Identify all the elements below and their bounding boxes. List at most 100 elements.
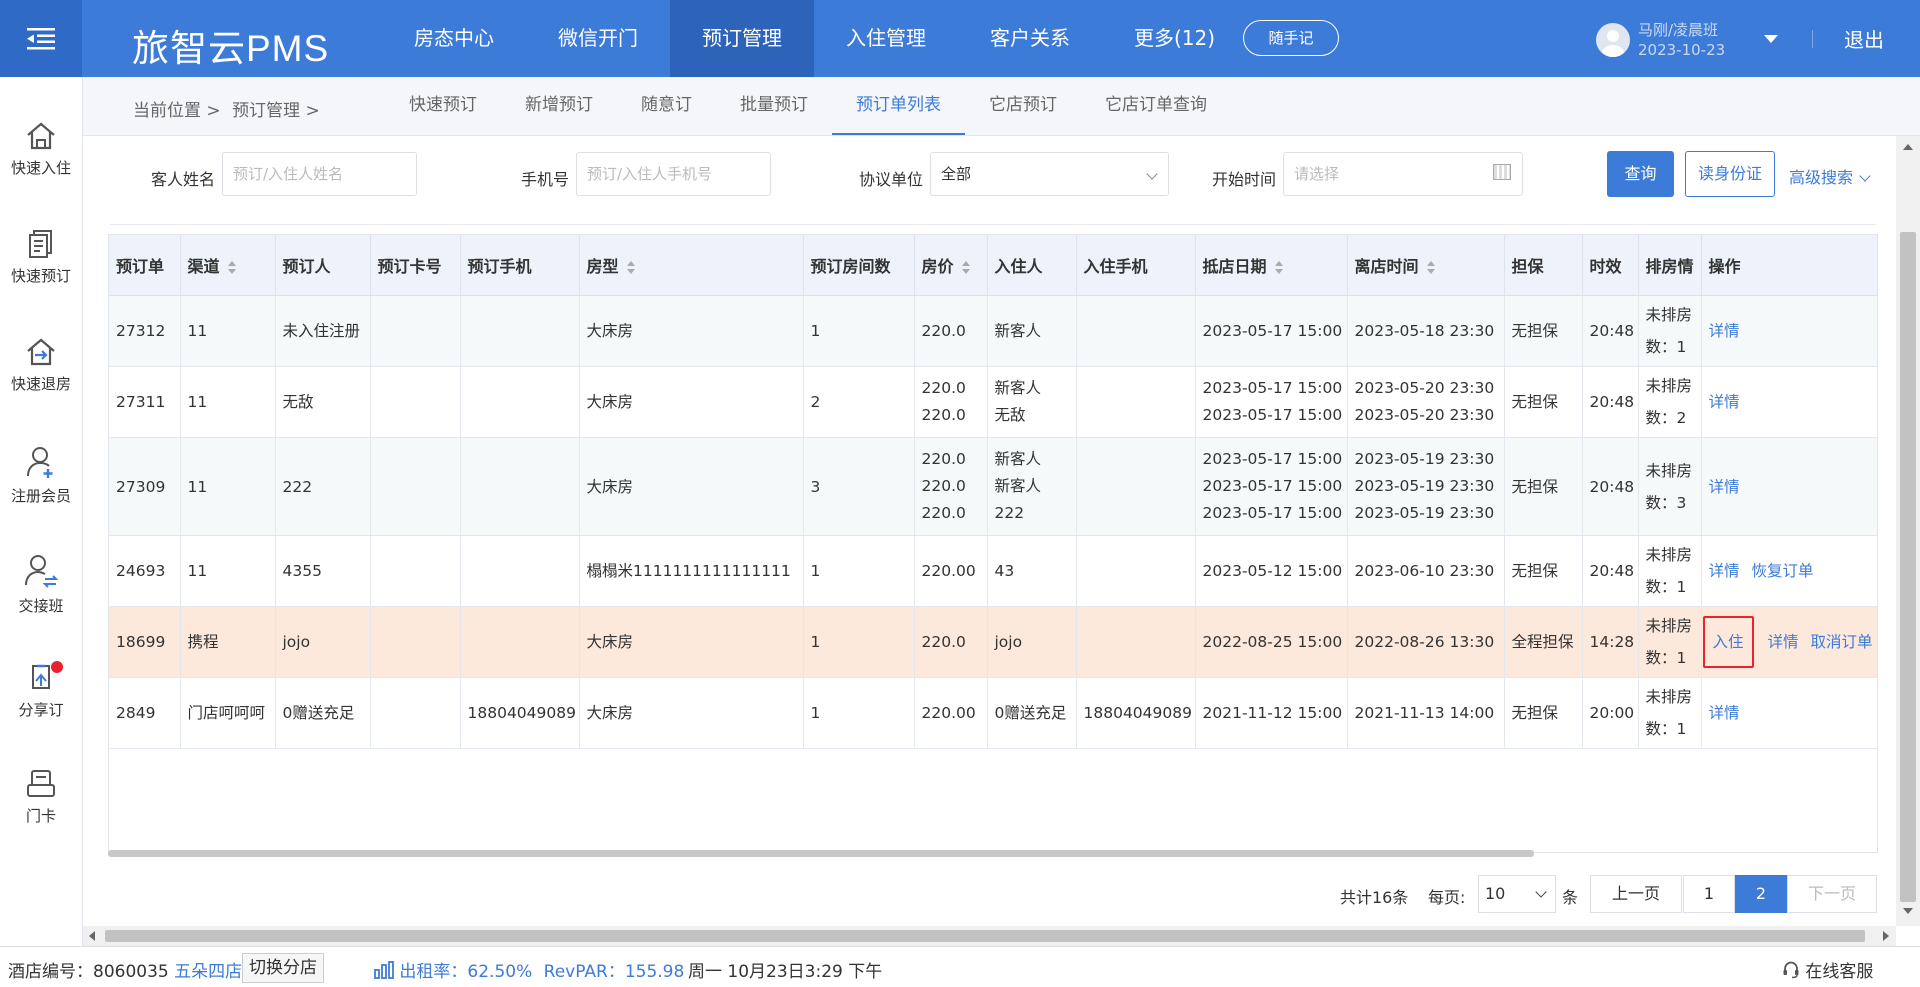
table-row: 27311 11 无敌 大床房 2 220.0 220.0 新客人 无敌 2023-05-17 1… (109, 366, 1877, 438)
scroll-up-icon[interactable] (1903, 144, 1913, 150)
cell-guarantee: 全程担保 (1504, 606, 1583, 678)
phone-input[interactable] (576, 152, 771, 196)
breadcrumb-current[interactable]: 预订管理 > (232, 101, 320, 121)
detail-link[interactable]: 详情 (1709, 471, 1740, 503)
cell-booking-id: 27312 (109, 295, 181, 367)
read-id-card-button[interactable]: 读身份证 (1685, 151, 1775, 197)
col-room-count: 预订房间数 (803, 235, 915, 296)
col-arrival[interactable]: 抵店日期 (1195, 235, 1348, 296)
tab-booking-list[interactable]: 预订单列表 (832, 77, 965, 135)
detail-link[interactable]: 详情 (1709, 555, 1740, 587)
cell-guest: 新客人 新客人 222 (987, 437, 1077, 536)
scroll-thumb[interactable] (1900, 232, 1916, 902)
user-menu[interactable]: 马刚/凌晨班 2023-10-23 (1596, 20, 1725, 60)
detail-link[interactable]: 详情 (1768, 626, 1799, 658)
cell-booker: 无敌 (275, 366, 371, 438)
sidebar-item-shift-handover[interactable]: 交接班 (0, 553, 82, 653)
tab-other-store-booking[interactable]: 它店预订 (965, 77, 1081, 133)
cell-price-line: 220.0 (921, 504, 966, 522)
per-page-value: 10 (1485, 884, 1506, 903)
bar-chart-icon (374, 961, 394, 979)
table-scrollbar[interactable] (108, 850, 1534, 857)
sidebar-item-register-member[interactable]: 注册会员 (0, 445, 82, 545)
tab-free-booking[interactable]: 随意订 (617, 77, 716, 133)
phone-label: 手机号 (521, 170, 570, 189)
cell-room-type: 大床房 (579, 606, 804, 678)
tab-batch-booking[interactable]: 批量预订 (716, 77, 832, 133)
scroll-right-icon[interactable] (1883, 931, 1889, 941)
start-time-input[interactable] (1283, 152, 1523, 196)
cell-booker-phone (460, 606, 580, 678)
sidebar-item-door-card[interactable]: 门卡 (0, 769, 82, 869)
cell-arrival: 2023-05-17 15:00 (1195, 295, 1348, 367)
cancel-order-link[interactable]: 取消订单 (1811, 626, 1873, 658)
prev-page-button[interactable]: 上一页 (1590, 875, 1682, 913)
sidebar: 快速入住 快速预订 快速退房 注册会员 交接班 分享订 门卡 (0, 77, 83, 946)
nav-more[interactable]: 更多(12) (1102, 0, 1247, 77)
user-dropdown-icon[interactable] (1764, 35, 1778, 43)
nav-reservation[interactable]: 预订管理 (670, 0, 814, 77)
sort-icon[interactable] (626, 260, 635, 275)
cell-booker-phone: 18804049089 (460, 677, 580, 749)
cell-booking-id: 24693 (109, 535, 181, 607)
page-1-button[interactable]: 1 (1683, 875, 1735, 913)
nav-wechat-open[interactable]: 微信开门 (526, 0, 670, 77)
cell-room-count: 1 (803, 606, 915, 678)
add-user-icon (27, 447, 53, 478)
tab-new-booking[interactable]: 新增预订 (501, 77, 617, 133)
nav-crm[interactable]: 客户关系 (958, 0, 1102, 77)
cell-guest: 0赠送充足 (987, 677, 1077, 749)
checkin-link[interactable]: 入住 (1702, 616, 1754, 668)
col-channel[interactable]: 渠道 (180, 235, 276, 296)
sidebar-item-quick-checkout[interactable]: 快速退房 (0, 337, 82, 437)
cell-departure-line: 2023-06-10 23:30 (1354, 561, 1495, 580)
sidebar-item-quick-booking[interactable]: 快速预订 (0, 229, 82, 329)
scroll-thumb[interactable] (105, 930, 1865, 942)
logout-button[interactable]: 退出 (1844, 24, 1884, 53)
menu-toggle-button[interactable] (0, 0, 82, 77)
per-page-select[interactable]: 10 (1478, 875, 1556, 913)
nav-checkin[interactable]: 入住管理 (814, 0, 958, 77)
sidebar-item-quick-checkin[interactable]: 快速入住 (0, 121, 82, 221)
cell-booker: 0赠送充足 (275, 677, 371, 749)
query-button[interactable]: 查询 (1607, 151, 1674, 197)
scroll-down-icon[interactable] (1903, 908, 1913, 914)
guest-name-input[interactable] (222, 152, 417, 196)
switch-branch-button[interactable]: 切换分店 (242, 953, 324, 983)
col-room-type[interactable]: 房型 (579, 235, 804, 296)
room-assign-status: 未排房数：1 (1645, 688, 1693, 738)
cell-timeliness: 20:48 (1582, 437, 1639, 536)
sidebar-item-share-booking[interactable]: 分享订 (0, 661, 82, 761)
col-price[interactable]: 房价 (914, 235, 988, 296)
detail-link[interactable]: 详情 (1709, 697, 1740, 729)
col-departure[interactable]: 离店时间 (1347, 235, 1505, 296)
occupancy-label: 出租率： (399, 962, 468, 982)
page-2-button[interactable]: 2 (1735, 875, 1787, 913)
occupancy-value: 62.50% (467, 962, 533, 982)
online-support-button[interactable]: 在线客服 (1782, 957, 1873, 982)
tab-quick-booking[interactable]: 快速预订 (385, 77, 501, 133)
detail-link[interactable]: 详情 (1709, 315, 1740, 347)
agreement-select[interactable]: 全部 (930, 152, 1169, 196)
sort-icon[interactable] (227, 260, 236, 275)
quick-note-button[interactable]: 随手记 (1243, 20, 1339, 56)
calendar-icon[interactable] (1493, 164, 1511, 180)
restore-order-link[interactable]: 恢复订单 (1752, 555, 1814, 587)
sort-icon[interactable] (1426, 260, 1435, 275)
cell-booker-phone (460, 366, 580, 438)
cell-actions: 入住 详情 取消订单 (1701, 606, 1877, 678)
scroll-left-icon[interactable] (89, 931, 95, 941)
advanced-search-button[interactable]: 高级搜索 (1789, 164, 1871, 188)
detail-link[interactable]: 详情 (1709, 386, 1740, 418)
start-time-picker[interactable] (1283, 152, 1523, 196)
cell-price: 220.0 220.0 (914, 366, 988, 438)
next-page-button[interactable]: 下一页 (1787, 875, 1877, 913)
sort-icon[interactable] (961, 260, 970, 275)
chevron-down-icon (1535, 886, 1547, 898)
sort-icon[interactable] (1274, 260, 1283, 275)
divider (110, 224, 1876, 225)
page-horizontal-scrollbar[interactable] (83, 926, 1896, 946)
tab-other-store-query[interactable]: 它店订单查询 (1081, 77, 1231, 133)
nav-room-status[interactable]: 房态中心 (382, 0, 526, 77)
page-vertical-scrollbar[interactable] (1896, 136, 1920, 926)
